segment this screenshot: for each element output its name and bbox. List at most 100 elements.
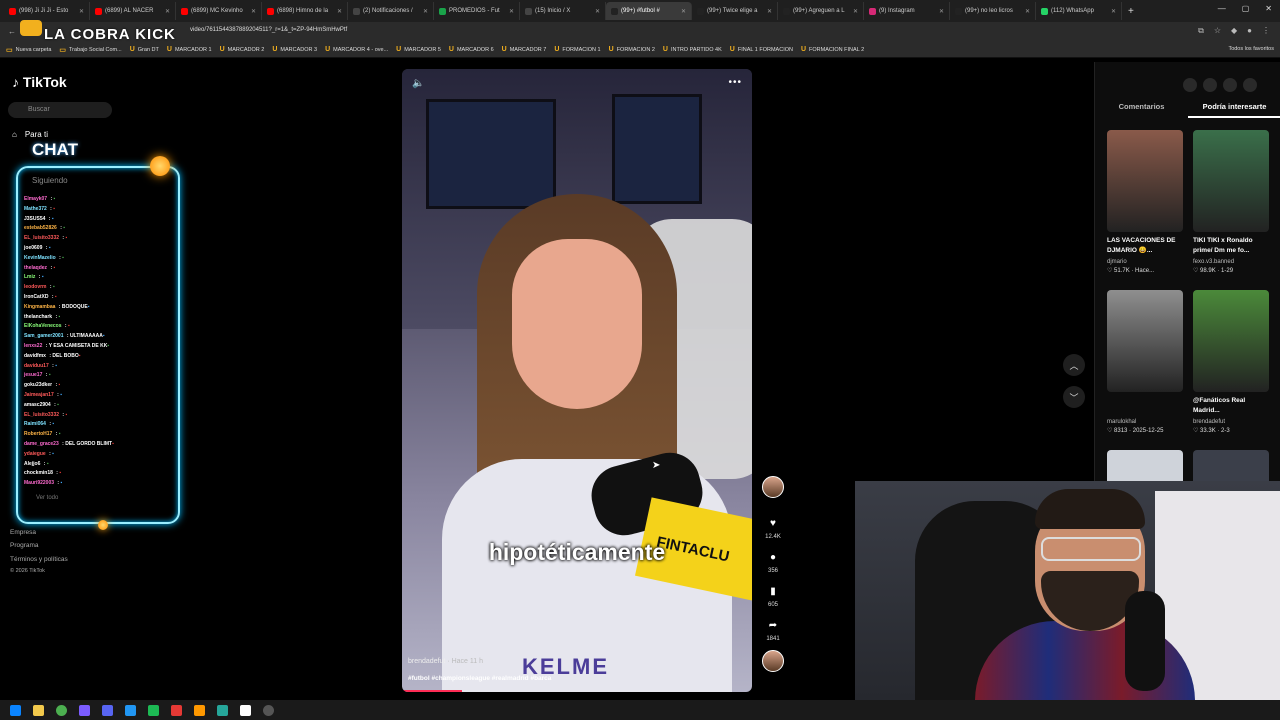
browser-tab[interactable]: (998) Ji Ji Ji - Esto ✕ bbox=[4, 2, 90, 20]
card-title[interactable] bbox=[1107, 396, 1183, 418]
tab-close-icon[interactable]: ✕ bbox=[251, 8, 256, 15]
share-action[interactable]: ➦ 1841 bbox=[762, 614, 784, 643]
tab-close-icon[interactable]: ✕ bbox=[681, 8, 686, 15]
bookmark-item[interactable]: U FORMACION 2 bbox=[609, 46, 655, 53]
profile-icon[interactable]: ● bbox=[1247, 26, 1252, 36]
app-icon[interactable] bbox=[79, 704, 90, 716]
footer-programa[interactable]: Programa bbox=[10, 542, 39, 549]
tab-close-icon[interactable]: ✕ bbox=[1111, 8, 1116, 15]
share-icon[interactable]: ➦ bbox=[762, 614, 784, 636]
bookmark-item[interactable]: U MARCADOR 2 bbox=[220, 46, 265, 53]
search-input[interactable]: Buscar bbox=[8, 102, 112, 118]
video-author-name[interactable]: brendadefut bbox=[408, 658, 445, 665]
tab-close-icon[interactable]: ✕ bbox=[423, 8, 428, 15]
app-icon[interactable] bbox=[148, 704, 159, 716]
recommended-card[interactable]: @Fanáticos Real Madrid... brendadefut ♡ 33… bbox=[1193, 290, 1269, 434]
volume-icon[interactable]: 🔈 bbox=[412, 78, 424, 89]
bookmark-item[interactable]: U FORMACION 1 bbox=[554, 46, 600, 53]
card-author[interactable]: brendadefut bbox=[1193, 419, 1269, 425]
recommended-card[interactable]: TIKI TIKI x Ronaldo prime/ Dm me fo... fe… bbox=[1193, 130, 1269, 274]
video-progress[interactable] bbox=[402, 690, 462, 692]
browser-tab[interactable]: (15) Inicio / X ✕ bbox=[520, 2, 606, 20]
tab-comments[interactable]: Comentarios bbox=[1095, 102, 1188, 118]
browser-tab[interactable]: (6899) MC Kevinho ✕ bbox=[176, 2, 262, 20]
app-icon[interactable] bbox=[240, 704, 251, 716]
tab-close-icon[interactable]: ✕ bbox=[79, 8, 84, 15]
sound-avatar[interactable] bbox=[762, 650, 784, 672]
recommended-card[interactable]: LAS VACACIONES DE DJMARIO 😄... djmario ♡ 5… bbox=[1107, 130, 1183, 274]
bookmark-item[interactable]: U MARCADOR 4 - ove... bbox=[325, 46, 388, 53]
bookmark-item[interactable]: U Gran DT bbox=[130, 46, 159, 53]
bookmark-item[interactable]: U MARCADOR 6 bbox=[449, 46, 494, 53]
star-icon[interactable]: ☆ bbox=[1214, 26, 1221, 36]
browser-tab[interactable]: (6899) AL NACER ✕ bbox=[90, 2, 176, 20]
nav-for-you[interactable]: ⌂ Para ti bbox=[12, 130, 48, 139]
url-field[interactable]: video/7611544387889204511?_r=1&_t=ZP-94H… bbox=[190, 27, 347, 33]
card-author[interactable]: fexo.v3.banned bbox=[1193, 259, 1269, 265]
profile-avatar[interactable] bbox=[1243, 78, 1257, 92]
browser-tab[interactable]: (99+) Twice elige a ✕ bbox=[692, 2, 778, 20]
card-author[interactable]: djmario bbox=[1107, 259, 1183, 265]
bookmark-item[interactable]: ▭ Trabajo Social Com... bbox=[59, 46, 121, 54]
card-title[interactable]: LAS VACACIONES DE DJMARIO 😄... bbox=[1107, 236, 1183, 258]
maximize-icon[interactable]: ▢ bbox=[1242, 4, 1250, 13]
heart-icon[interactable]: ♥ bbox=[762, 512, 784, 534]
card-title[interactable]: TIKI TIKI x Ronaldo prime/ Dm me fo... bbox=[1193, 236, 1269, 258]
bookmark-item[interactable]: U FINAL 1 FORMACION bbox=[730, 46, 793, 53]
browser-tab[interactable]: (6898) Himno de la ✕ bbox=[262, 2, 348, 20]
browser-tab[interactable]: (99+) #futbol # ✕ bbox=[606, 2, 692, 20]
menu-icon[interactable]: ⋮ bbox=[1262, 26, 1270, 36]
bookmark-icon[interactable]: ▮ bbox=[762, 580, 784, 602]
author-avatar[interactable] bbox=[762, 476, 784, 498]
tab-close-icon[interactable]: ✕ bbox=[767, 8, 772, 15]
browser-tab[interactable]: (2) Notificaciones / ✕ bbox=[348, 2, 434, 20]
recommended-thumb[interactable] bbox=[1193, 290, 1269, 392]
bookmark-item[interactable]: U MARCADOR 5 bbox=[396, 46, 441, 53]
discord-icon[interactable] bbox=[102, 704, 113, 716]
tab-close-icon[interactable]: ✕ bbox=[1025, 8, 1030, 15]
bookmark-item[interactable]: U MARCADOR 3 bbox=[272, 46, 317, 53]
footer-empresa[interactable]: Empresa bbox=[10, 529, 36, 536]
video-player[interactable]: FINTACLU hipotéticamente KELME 🔈 ••• bre… bbox=[402, 69, 752, 692]
new-tab-icon[interactable]: + bbox=[1128, 6, 1134, 17]
device-icon[interactable] bbox=[1203, 78, 1217, 92]
ver-todo-link[interactable]: Ver todo bbox=[18, 489, 178, 501]
comment-icon[interactable]: ● bbox=[762, 546, 784, 568]
tab-close-icon[interactable]: ✕ bbox=[939, 8, 944, 15]
app-icon[interactable] bbox=[125, 704, 136, 716]
tab-close-icon[interactable]: ✕ bbox=[853, 8, 858, 15]
footer-terminos[interactable]: Términos y políticas bbox=[10, 556, 68, 563]
tab-close-icon[interactable]: ✕ bbox=[165, 8, 170, 15]
chrome-icon[interactable] bbox=[56, 704, 67, 716]
card-title[interactable]: @Fanáticos Real Madrid... bbox=[1193, 396, 1269, 418]
tab-interest[interactable]: Podría interesarte bbox=[1188, 102, 1280, 118]
all-bookmarks[interactable]: Todos los favoritos bbox=[1228, 46, 1274, 52]
recommended-thumb[interactable] bbox=[1193, 130, 1269, 232]
bookmark-item[interactable]: U MARCADOR 1 bbox=[167, 46, 212, 53]
browser-tab[interactable]: (99+) no leo licros ✕ bbox=[950, 2, 1036, 20]
app-icon[interactable] bbox=[217, 704, 228, 716]
minimize-icon[interactable]: — bbox=[1218, 4, 1226, 13]
app-icon[interactable] bbox=[194, 704, 205, 716]
recommended-thumb[interactable] bbox=[1107, 130, 1183, 232]
previous-video-button[interactable]: ︿ bbox=[1063, 354, 1085, 376]
browser-tab[interactable]: (9) Instagram ✕ bbox=[864, 2, 950, 20]
start-icon[interactable] bbox=[10, 704, 21, 716]
tab-close-icon[interactable]: ✕ bbox=[595, 8, 600, 15]
card-author[interactable]: marulokhal bbox=[1107, 419, 1183, 425]
tiktok-logo[interactable]: ♪ TikTok bbox=[12, 74, 67, 90]
next-video-button[interactable]: ﹀ bbox=[1063, 386, 1085, 408]
video-hashtags[interactable]: #futbol #championsleague #realmadrid #ba… bbox=[408, 675, 551, 682]
recommended-thumb[interactable] bbox=[1107, 290, 1183, 392]
compass-icon[interactable] bbox=[1183, 78, 1197, 92]
save-action[interactable]: ▮ 605 bbox=[762, 580, 784, 609]
file-explorer-icon[interactable] bbox=[33, 704, 44, 716]
close-icon[interactable]: ✕ bbox=[1265, 4, 1272, 13]
download-icon[interactable] bbox=[1223, 78, 1237, 92]
extension-icon[interactable]: ◆ bbox=[1231, 26, 1237, 36]
recommended-card[interactable]: marulokhal ♡ 8313 · 2025-12-25 bbox=[1107, 290, 1183, 434]
tab-close-icon[interactable]: ✕ bbox=[337, 8, 342, 15]
tab-close-icon[interactable]: ✕ bbox=[509, 8, 514, 15]
video-author[interactable]: brendadefut · Hace 11 h bbox=[408, 658, 483, 665]
install-icon[interactable]: ⧉ bbox=[1198, 26, 1204, 36]
